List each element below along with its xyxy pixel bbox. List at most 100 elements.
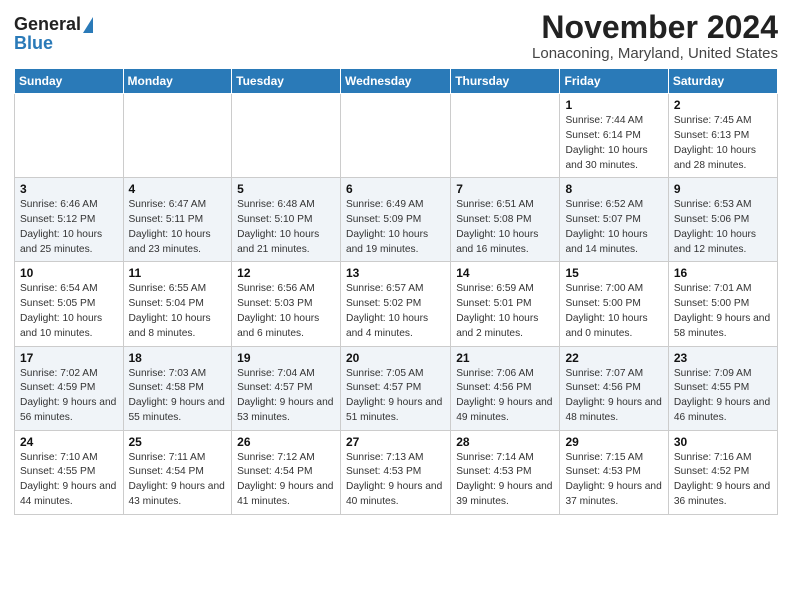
calendar-cell: 30 Sunrise: 7:16 AM Sunset: 4:52 PM Dayli… (668, 430, 777, 514)
day-info: Sunrise: 7:12 AM Sunset: 4:54 PM Dayligh… (237, 451, 335, 510)
calendar-cell: 9 Sunrise: 6:53 AM Sunset: 5:06 PM Daylig… (668, 178, 777, 262)
calendar-week-row: 10 Sunrise: 6:54 AM Sunset: 5:05 PM Dayli… (15, 262, 778, 346)
day-info: Sunrise: 6:47 AM Sunset: 5:11 PM Dayligh… (129, 198, 227, 257)
calendar-cell: 1 Sunrise: 7:44 AM Sunset: 6:14 PM Daylig… (560, 94, 668, 178)
day-number: 12 (237, 266, 335, 280)
day-number: 27 (346, 435, 445, 449)
calendar-cell: 28Sunrise: 7:14 AM Sunset: 4:53 PM Dayli… (451, 430, 560, 514)
day-info: Sunrise: 6:52 AM Sunset: 5:07 PM Dayligh… (565, 198, 662, 257)
day-info: Sunrise: 7:44 AM Sunset: 6:14 PM Dayligh… (565, 114, 662, 173)
day-info: Sunrise: 7:06 AM Sunset: 4:56 PM Dayligh… (456, 367, 554, 426)
calendar-cell: 2 Sunrise: 7:45 AM Sunset: 6:13 PM Daylig… (668, 94, 777, 178)
calendar-cell: 23Sunrise: 7:09 AM Sunset: 4:55 PM Dayli… (668, 346, 777, 430)
day-number: 8 (565, 182, 662, 196)
day-info: Sunrise: 7:07 AM Sunset: 4:56 PM Dayligh… (565, 367, 662, 426)
calendar-header-row: SundayMondayTuesdayWednesdayThursdayFrid… (15, 69, 778, 94)
day-info: Sunrise: 7:00 AM Sunset: 5:00 PM Dayligh… (565, 282, 662, 341)
weekday-header: Sunday (15, 69, 124, 94)
calendar-cell: 25 Sunrise: 7:11 AM Sunset: 4:54 PM Dayli… (123, 430, 232, 514)
day-number: 20 (346, 351, 445, 365)
day-number: 7 (456, 182, 554, 196)
weekday-header: Tuesday (232, 69, 341, 94)
calendar-cell: 20 Sunrise: 7:05 AM Sunset: 4:57 PM Dayli… (340, 346, 450, 430)
day-number: 21 (456, 351, 554, 365)
logo-triangle-icon (83, 17, 93, 33)
location-subtitle: Lonaconing, Maryland, United States (532, 45, 778, 62)
calendar-cell (451, 94, 560, 178)
day-info: Sunrise: 7:02 AM Sunset: 4:59 PM Dayligh… (20, 367, 118, 426)
calendar-cell: 12 Sunrise: 6:56 AM Sunset: 5:03 PM Dayli… (232, 262, 341, 346)
calendar-cell: 10 Sunrise: 6:54 AM Sunset: 5:05 PM Dayli… (15, 262, 124, 346)
calendar-cell: 16 Sunrise: 7:01 AM Sunset: 5:00 PM Dayli… (668, 262, 777, 346)
day-info: Sunrise: 7:05 AM Sunset: 4:57 PM Dayligh… (346, 367, 445, 426)
calendar-cell: 5Sunrise: 6:48 AM Sunset: 5:10 PM Daylig… (232, 178, 341, 262)
day-number: 9 (674, 182, 772, 196)
calendar-cell: 19Sunrise: 7:04 AM Sunset: 4:57 PM Dayli… (232, 346, 341, 430)
day-number: 13 (346, 266, 445, 280)
calendar-table: SundayMondayTuesdayWednesdayThursdayFrid… (14, 68, 778, 515)
day-number: 22 (565, 351, 662, 365)
calendar-week-row: 24Sunrise: 7:10 AM Sunset: 4:55 PM Dayli… (15, 430, 778, 514)
calendar-cell: 11Sunrise: 6:55 AM Sunset: 5:04 PM Dayli… (123, 262, 232, 346)
page: General Blue November 2024 Lonaconing, M… (0, 0, 792, 612)
logo-blue: Blue (14, 33, 53, 54)
day-number: 10 (20, 266, 118, 280)
day-number: 3 (20, 182, 118, 196)
day-number: 30 (674, 435, 772, 449)
day-number: 18 (129, 351, 227, 365)
day-number: 5 (237, 182, 335, 196)
calendar-cell: 24Sunrise: 7:10 AM Sunset: 4:55 PM Dayli… (15, 430, 124, 514)
calendar-cell: 14 Sunrise: 6:59 AM Sunset: 5:01 PM Dayli… (451, 262, 560, 346)
weekday-header: Friday (560, 69, 668, 94)
calendar-week-row: 3 Sunrise: 6:46 AM Sunset: 5:12 PM Daylig… (15, 178, 778, 262)
day-number: 14 (456, 266, 554, 280)
day-number: 17 (20, 351, 118, 365)
day-info: Sunrise: 7:10 AM Sunset: 4:55 PM Dayligh… (20, 451, 118, 510)
day-info: Sunrise: 7:14 AM Sunset: 4:53 PM Dayligh… (456, 451, 554, 510)
weekday-header: Thursday (451, 69, 560, 94)
calendar-cell: 22 Sunrise: 7:07 AM Sunset: 4:56 PM Dayli… (560, 346, 668, 430)
day-number: 29 (565, 435, 662, 449)
day-info: Sunrise: 7:15 AM Sunset: 4:53 PM Dayligh… (565, 451, 662, 510)
calendar-week-row: 17 Sunrise: 7:02 AM Sunset: 4:59 PM Dayli… (15, 346, 778, 430)
weekday-header: Wednesday (340, 69, 450, 94)
day-info: Sunrise: 7:13 AM Sunset: 4:53 PM Dayligh… (346, 451, 445, 510)
logo: General Blue (14, 10, 93, 54)
calendar-cell: 26Sunrise: 7:12 AM Sunset: 4:54 PM Dayli… (232, 430, 341, 514)
calendar-week-row: 1 Sunrise: 7:44 AM Sunset: 6:14 PM Daylig… (15, 94, 778, 178)
calendar-cell (340, 94, 450, 178)
weekday-header: Monday (123, 69, 232, 94)
day-info: Sunrise: 6:55 AM Sunset: 5:04 PM Dayligh… (129, 282, 227, 341)
day-info: Sunrise: 7:11 AM Sunset: 4:54 PM Dayligh… (129, 451, 227, 510)
calendar-cell: 3 Sunrise: 6:46 AM Sunset: 5:12 PM Daylig… (15, 178, 124, 262)
day-number: 1 (565, 98, 662, 112)
day-info: Sunrise: 7:16 AM Sunset: 4:52 PM Dayligh… (674, 451, 772, 510)
day-number: 16 (674, 266, 772, 280)
day-info: Sunrise: 6:59 AM Sunset: 5:01 PM Dayligh… (456, 282, 554, 341)
logo-general: General (14, 14, 81, 35)
day-info: Sunrise: 6:54 AM Sunset: 5:05 PM Dayligh… (20, 282, 118, 341)
day-number: 19 (237, 351, 335, 365)
day-info: Sunrise: 6:53 AM Sunset: 5:06 PM Dayligh… (674, 198, 772, 257)
day-info: Sunrise: 7:45 AM Sunset: 6:13 PM Dayligh… (674, 114, 772, 173)
calendar-cell (15, 94, 124, 178)
calendar-cell (123, 94, 232, 178)
day-info: Sunrise: 7:01 AM Sunset: 5:00 PM Dayligh… (674, 282, 772, 341)
header: General Blue November 2024 Lonaconing, M… (14, 10, 778, 62)
day-info: Sunrise: 7:09 AM Sunset: 4:55 PM Dayligh… (674, 367, 772, 426)
day-info: Sunrise: 6:46 AM Sunset: 5:12 PM Dayligh… (20, 198, 118, 257)
day-number: 6 (346, 182, 445, 196)
calendar-cell: 6 Sunrise: 6:49 AM Sunset: 5:09 PM Daylig… (340, 178, 450, 262)
calendar-cell: 21 Sunrise: 7:06 AM Sunset: 4:56 PM Dayli… (451, 346, 560, 430)
calendar-cell: 13Sunrise: 6:57 AM Sunset: 5:02 PM Dayli… (340, 262, 450, 346)
month-year-title: November 2024 (532, 10, 778, 45)
day-info: Sunrise: 6:56 AM Sunset: 5:03 PM Dayligh… (237, 282, 335, 341)
weekday-header: Saturday (668, 69, 777, 94)
title-block: November 2024 Lonaconing, Maryland, Unit… (532, 10, 778, 62)
day-number: 2 (674, 98, 772, 112)
day-number: 15 (565, 266, 662, 280)
calendar-cell: 18Sunrise: 7:03 AM Sunset: 4:58 PM Dayli… (123, 346, 232, 430)
day-number: 25 (129, 435, 227, 449)
day-info: Sunrise: 6:51 AM Sunset: 5:08 PM Dayligh… (456, 198, 554, 257)
day-info: Sunrise: 6:49 AM Sunset: 5:09 PM Dayligh… (346, 198, 445, 257)
